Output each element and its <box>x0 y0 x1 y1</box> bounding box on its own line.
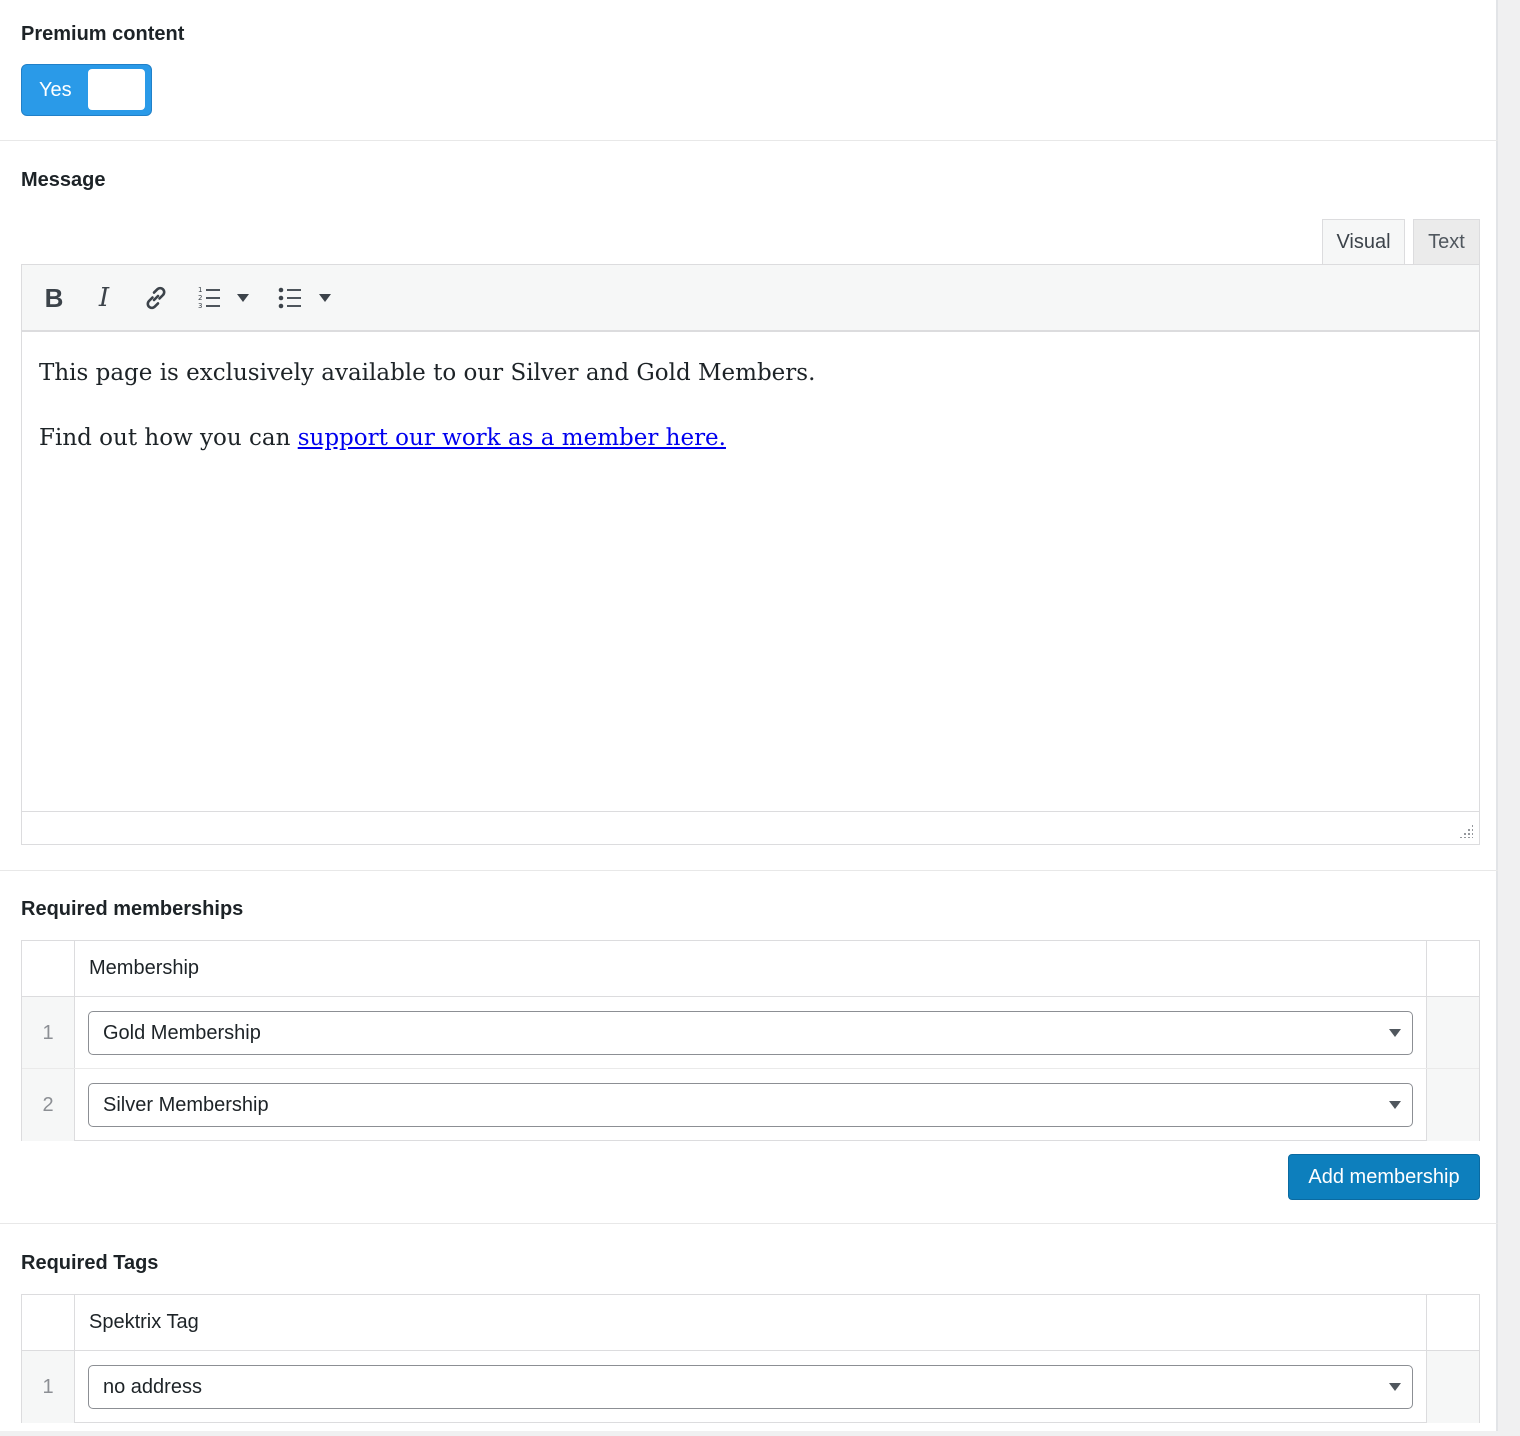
tags-table-header: Spektrix Tag <box>22 1295 1479 1351</box>
chevron-down-icon <box>1389 1101 1401 1109</box>
memberships-table: Membership 1 Gold Membership 2 Silver Me… <box>21 940 1480 1141</box>
svg-text:2: 2 <box>198 294 202 302</box>
tags-table: Spektrix Tag 1 no address <box>21 1294 1480 1423</box>
select-value: Gold Membership <box>103 1022 261 1044</box>
svg-text:3: 3 <box>198 302 202 310</box>
caret-down-icon <box>319 294 331 302</box>
bullet-list-icon <box>278 287 301 309</box>
premium-content-field: Premium content Yes <box>0 0 1498 141</box>
editor-toolbar: B I 123 <box>22 265 1479 332</box>
memberships-table-header: Membership <box>22 941 1479 997</box>
caret-down-icon <box>237 294 249 302</box>
settings-panel: Premium content Yes Message Visual Text … <box>0 0 1498 1431</box>
ordered-list-button[interactable]: 123 <box>194 282 224 314</box>
row-number[interactable]: 1 <box>22 1351 75 1423</box>
link-icon <box>146 286 166 310</box>
tab-text[interactable]: Text <box>1413 219 1480 265</box>
bullet-list-dropdown[interactable] <box>315 282 335 314</box>
membership-select[interactable]: Silver Membership <box>88 1083 1413 1127</box>
row-actions[interactable] <box>1426 1069 1479 1141</box>
table-row: 1 no address <box>22 1351 1479 1423</box>
tag-select[interactable]: no address <box>88 1365 1413 1409</box>
table-row: 1 Gold Membership <box>22 997 1479 1069</box>
paragraph-2-text: Find out how you can <box>39 425 298 451</box>
editor-content[interactable]: This page is exclusively available to ou… <box>39 359 815 489</box>
row-actions[interactable] <box>1426 1351 1479 1423</box>
table-row: 2 Silver Membership <box>22 1069 1479 1141</box>
spektrix-tag-column-header: Spektrix Tag <box>89 1311 199 1333</box>
tab-visual[interactable]: Visual <box>1322 219 1405 265</box>
premium-content-label: Premium content <box>21 23 185 45</box>
toggle-state-label: Yes <box>39 79 72 101</box>
add-membership-button[interactable]: Add membership <box>1288 1154 1480 1200</box>
membership-link[interactable]: support our work as a member here. <box>298 425 726 451</box>
membership-select[interactable]: Gold Membership <box>88 1011 1413 1055</box>
premium-content-toggle[interactable]: Yes <box>21 64 152 116</box>
membership-column-header: Membership <box>89 957 200 979</box>
select-value: no address <box>103 1376 202 1398</box>
required-tags-label: Required Tags <box>21 1252 159 1274</box>
bold-button[interactable]: B <box>40 282 68 314</box>
bold-icon: B <box>44 282 64 313</box>
bullet-list-button[interactable] <box>275 282 305 314</box>
chevron-down-icon <box>1389 1029 1401 1037</box>
row-actions[interactable] <box>1426 997 1479 1068</box>
select-value: Silver Membership <box>103 1094 269 1116</box>
svg-text:1: 1 <box>198 286 202 294</box>
message-editor[interactable]: B I 123 This page is exclusively availab… <box>21 264 1480 845</box>
row-number[interactable]: 2 <box>22 1069 75 1141</box>
italic-button[interactable]: I <box>90 282 118 314</box>
ordered-list-dropdown[interactable] <box>233 282 253 314</box>
toggle-knob <box>88 69 145 110</box>
ordered-list-icon: 123 <box>198 286 220 310</box>
link-button[interactable] <box>140 282 172 314</box>
editor-statusbar <box>22 811 1479 844</box>
row-number[interactable]: 1 <box>22 997 75 1068</box>
content-paragraph-1: This page is exclusively available to ou… <box>39 360 816 386</box>
content-paragraph-2: Find out how you can support our work as… <box>39 424 815 452</box>
resize-handle-icon[interactable] <box>1459 824 1473 838</box>
italic-icon: I <box>98 283 110 313</box>
message-label: Message <box>21 169 106 191</box>
required-memberships-label: Required memberships <box>21 898 244 920</box>
chevron-down-icon <box>1389 1383 1401 1391</box>
